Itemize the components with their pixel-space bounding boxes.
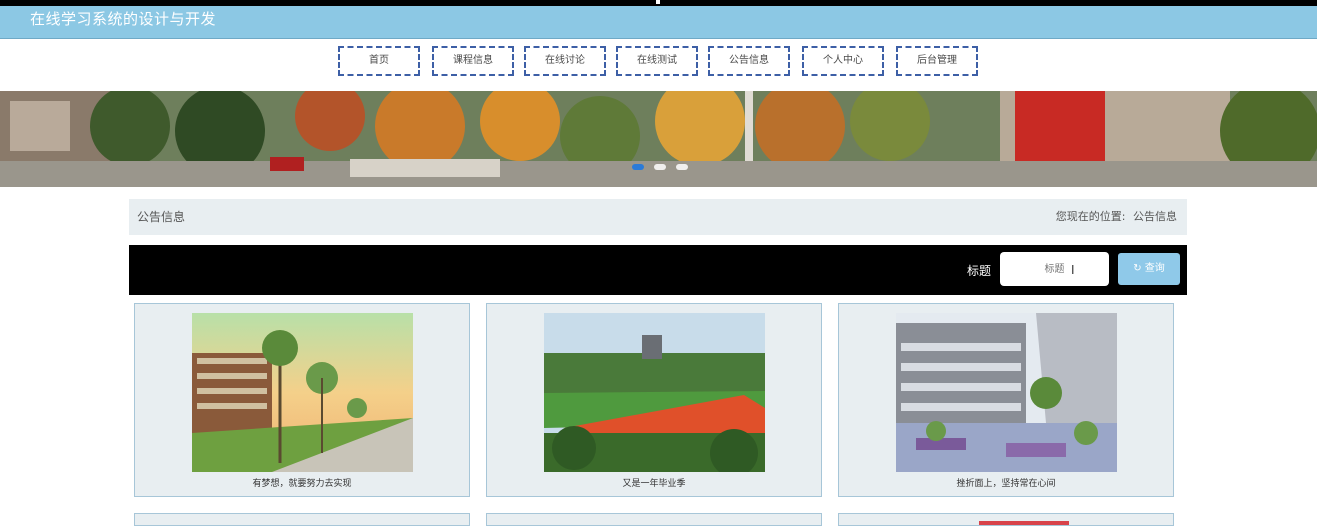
announcement-card[interactable] [486,513,822,526]
nav-online-discussion[interactable]: 在线讨论 [524,46,606,76]
carousel-dot-2[interactable] [654,164,666,170]
breadcrumb: 公告信息 您现在的位置: 公告信息 [129,199,1187,235]
announcement-image[interactable] [896,313,1117,472]
site-header: 在线学习系统的设计与开发 [0,6,1317,39]
search-label: 标题 [967,264,992,278]
announcement-image[interactable] [192,313,413,472]
announcement-card[interactable] [838,513,1174,526]
nav-online-test[interactable]: 在线测试 [616,46,698,76]
breadcrumb-location: 您现在的位置: 公告信息 [1052,208,1177,224]
site-title: 在线学习系统的设计与开发 [30,10,217,28]
top-bar-marker [656,0,660,4]
announcement-caption[interactable]: 有梦想，就要努力去实现 [135,476,469,489]
banner-campus-photo [0,91,1317,187]
search-button[interactable]: ↻ 查询 [1118,253,1180,285]
announcement-card[interactable] [134,513,470,526]
search-bar: 标题 ↻ 查询 [129,245,1187,295]
announcement-card[interactable]: 又是一年毕业季 [486,303,822,497]
main-nav: 首页 课程信息 在线讨论 在线测试 公告信息 个人中心 后台管理 [0,39,1317,91]
search-button-label: 查询 [1144,263,1165,274]
search-input[interactable] [1000,252,1109,286]
nav-home[interactable]: 首页 [338,46,420,76]
announcement-image[interactable] [544,313,765,472]
breadcrumb-location-label: 您现在的位置: [1055,210,1126,223]
nav-admin[interactable]: 后台管理 [896,46,978,76]
banner-carousel[interactable] [0,91,1317,187]
announcement-caption[interactable]: 挫折面上，坚持常在心间 [839,476,1173,489]
nav-announcements[interactable]: 公告信息 [708,46,790,76]
nav-course-info[interactable]: 课程信息 [432,46,514,76]
breadcrumb-location-value[interactable]: 公告信息 [1133,210,1177,223]
text-cursor-icon: I [1071,263,1075,277]
announcement-card[interactable]: 有梦想，就要努力去实现 [134,303,470,497]
refresh-icon: ↻ [1133,263,1142,274]
carousel-dot-1[interactable] [632,164,644,170]
nav-personal-center[interactable]: 个人中心 [802,46,884,76]
announcement-caption[interactable]: 又是一年毕业季 [487,476,821,489]
page-title: 公告信息 [137,210,186,224]
announcement-image-edge [979,521,1069,525]
carousel-dot-3[interactable] [676,164,688,170]
announcement-card[interactable]: 挫折面上，坚持常在心间 [838,303,1174,497]
